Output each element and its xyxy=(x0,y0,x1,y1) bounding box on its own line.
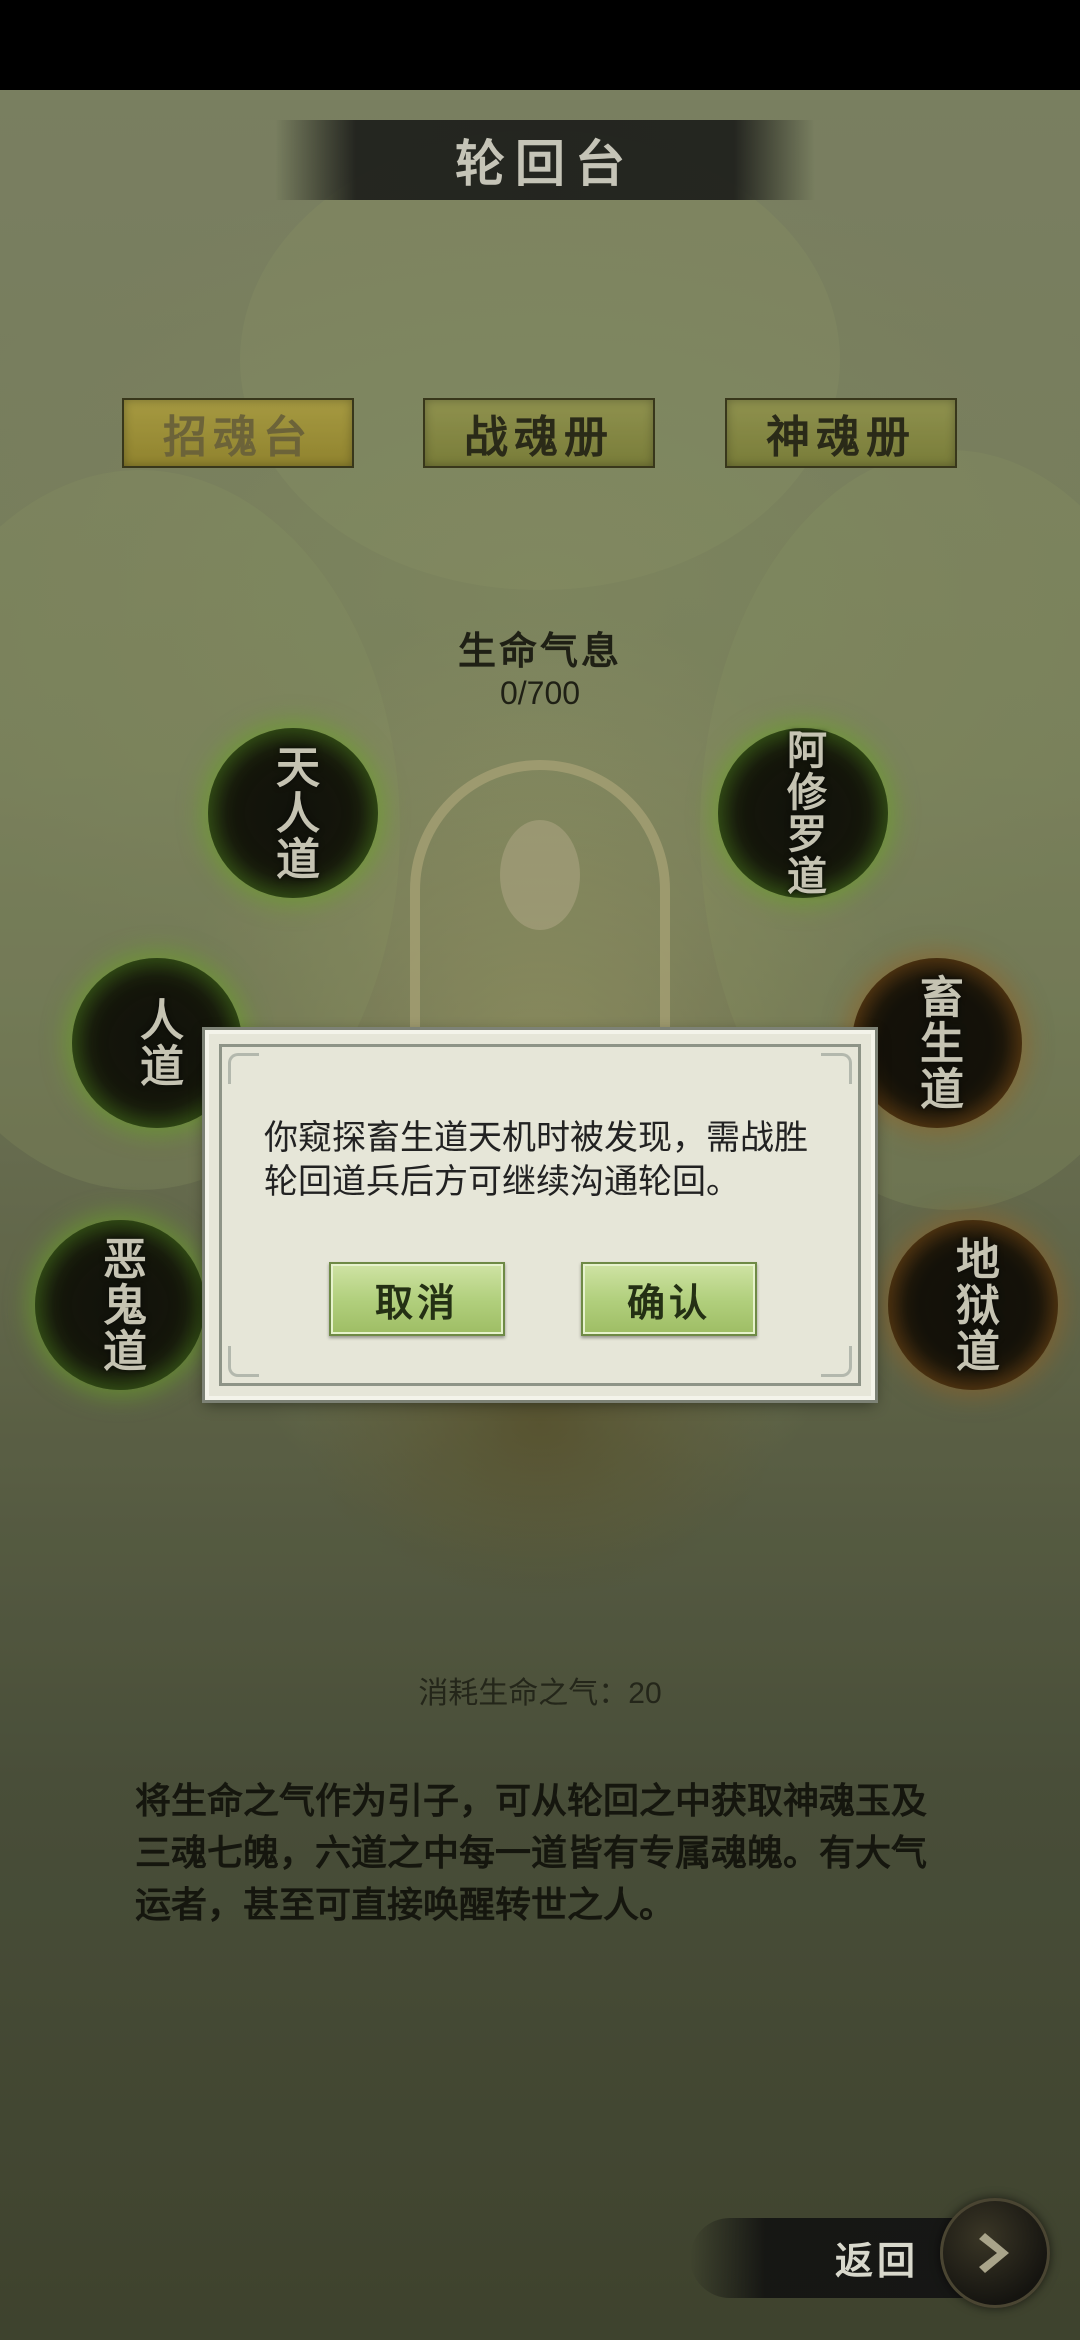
description-text: 将生命之气作为引子，可从轮回之中获取神魂玉及三魂七魄，六道之中每一道皆有专属魂魄… xyxy=(135,1780,928,1926)
confirm-dialog: 你窥探畜生道天机时被发现，需战胜轮回道兵后方可继续沟通轮回。 取消 确认 xyxy=(205,1030,875,1400)
dialog-message: 你窥探畜生道天机时被发现，需战胜轮回道兵后方可继续沟通轮回。 xyxy=(264,1118,808,1202)
corner-ornament xyxy=(228,1053,259,1084)
back-button[interactable] xyxy=(940,2198,1050,2308)
corner-ornament xyxy=(228,1346,259,1377)
cancel-button[interactable]: 取消 xyxy=(329,1262,505,1336)
status-bar xyxy=(0,0,1080,90)
screen: 轮回台 招魂台 战魂册 神魂册 生命气息 0/700 天人道 阿修罗道 人道 畜… xyxy=(0,0,1080,2340)
corner-ornament xyxy=(821,1346,852,1377)
corner-ornament xyxy=(821,1053,852,1084)
cost-text: 消耗生命之气：20 xyxy=(418,1677,662,1710)
back-label[interactable]: 返回 xyxy=(835,2230,955,2285)
dialog-frame xyxy=(219,1044,861,1386)
chevron-right-icon xyxy=(979,2233,1009,2273)
confirm-button[interactable]: 确认 xyxy=(581,1262,757,1336)
